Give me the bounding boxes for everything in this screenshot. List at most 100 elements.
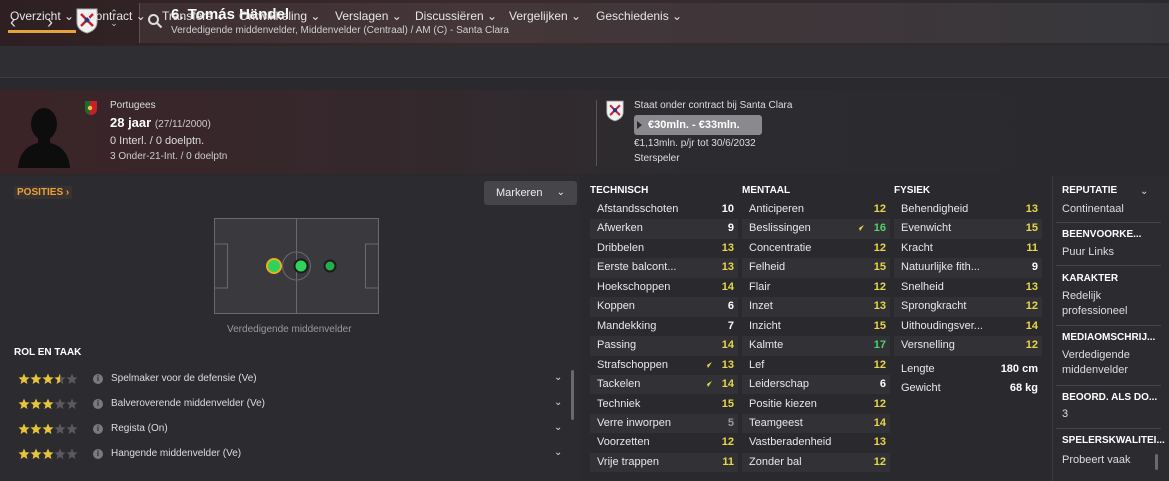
chevron-down-icon[interactable]: ⌄ xyxy=(554,447,562,458)
attribute-name: Vrije trappen xyxy=(597,455,659,468)
info-icon[interactable]: i xyxy=(93,374,103,384)
player-traits-value: Probeert vaak xyxy=(1062,454,1131,466)
attribute-row[interactable]: Beslissingen 16 xyxy=(742,219,890,239)
tab-discussieren[interactable]: Discussiëren ⌄ xyxy=(415,9,497,23)
contract-status: Staat onder contract bij Santa Clara xyxy=(634,100,793,111)
tab-overzicht[interactable]: Overzicht ⌄ xyxy=(7,9,77,33)
attribute-value: 16 xyxy=(873,222,886,235)
attribute-name: Eerste balcont... xyxy=(597,261,677,274)
attribute-value: 15 xyxy=(873,319,886,332)
sidebar-scrollbar[interactable] xyxy=(1155,454,1158,470)
attribute-row[interactable]: Verre inworpen 5 xyxy=(590,413,738,434)
attribute-value: 12 xyxy=(873,241,886,254)
attribute-name: Anticiperen xyxy=(749,203,805,215)
attribute-value: 11 xyxy=(1026,241,1038,254)
attribute-name: Techniek xyxy=(597,397,641,410)
attribute-row[interactable]: Flair 12 xyxy=(742,278,890,297)
role-row[interactable]: i Regista (On) ⌄ xyxy=(18,421,566,439)
star-icon xyxy=(54,423,66,434)
star-icon xyxy=(18,373,30,384)
attribute-row[interactable]: Tackelen 14 xyxy=(590,375,738,395)
attribute-row[interactable]: Dribbelen 13 xyxy=(590,239,738,258)
attribute-row[interactable]: Zonder bal 12 xyxy=(742,452,890,473)
attribute-row[interactable]: Inzicht 15 xyxy=(742,317,890,336)
search-icon[interactable] xyxy=(147,13,163,29)
player-traits-head: SPELERSKWALITEI... xyxy=(1062,435,1165,446)
attribute-row[interactable]: Afstandsschoten 10 xyxy=(590,200,738,219)
attribute-row[interactable]: Behendigheid 13 xyxy=(894,200,1042,219)
attribute-row[interactable]: Kracht 11 xyxy=(894,239,1042,258)
chevron-down-icon[interactable]: ⌄ xyxy=(554,397,562,408)
attribute-row[interactable]: Koppen 6 xyxy=(590,297,738,317)
attribute-row[interactable]: Inzet 13 xyxy=(742,297,890,317)
tab-verslagen[interactable]: Verslagen ⌄ xyxy=(335,9,402,23)
attribute-name: Teamgeest xyxy=(749,416,803,429)
attribute-name: Evenwicht xyxy=(901,222,952,235)
attribute-name: Behendigheid xyxy=(901,203,969,215)
attribute-row[interactable]: Strafschoppen 13 xyxy=(590,356,738,375)
role-label: Regista (On) xyxy=(111,423,168,434)
role-row[interactable]: i Balveroverende middenvelder (Ve) ⌄ xyxy=(18,396,566,414)
attribute-row[interactable]: Techniek 15 xyxy=(590,395,738,414)
tab-geschiedenis[interactable]: Geschiedenis ⌄ xyxy=(596,9,682,23)
attribute-value: 9 xyxy=(727,222,734,235)
attribute-row[interactable]: Afwerken 9 xyxy=(590,219,738,239)
attribute-value: 14 xyxy=(873,416,886,429)
personality-value: Redelijk professioneel xyxy=(1062,290,1128,317)
attribute-row[interactable]: Snelheid 13 xyxy=(894,278,1042,297)
attribute-row[interactable]: Hoekschoppen 14 xyxy=(590,278,738,297)
star-icon xyxy=(18,398,30,409)
preferred-foot-value: Puur Links xyxy=(1062,246,1114,258)
attribute-row[interactable]: Eerste balcont... 13 xyxy=(590,258,738,278)
attribute-row[interactable]: Voorzetten 12 xyxy=(590,433,738,452)
role-row[interactable]: i Hangende middenvelder (Ve) ⌄ xyxy=(18,446,566,464)
role-label: Hangende middenvelder (Ve) xyxy=(111,448,242,459)
attribute-row[interactable]: Evenwicht 15 xyxy=(894,219,1042,239)
info-icon[interactable]: i xyxy=(93,399,103,409)
attribute-row[interactable]: Positie kiezen 12 xyxy=(742,395,890,414)
attribute-value: 13 xyxy=(721,261,734,274)
mental-title: MENTAAL xyxy=(742,185,791,196)
info-icon[interactable]: i xyxy=(93,449,103,459)
chevron-down-icon[interactable]: ⌄ xyxy=(554,422,562,433)
attribute-row[interactable]: Uithoudingsver... 14 xyxy=(894,317,1042,336)
position-dot-mc xyxy=(293,258,309,274)
weight-value: 68 kg xyxy=(1009,382,1038,394)
attribute-row[interactable]: Versnelling 12 xyxy=(894,336,1042,356)
attribute-row[interactable]: Natuurlijke fith... 9 xyxy=(894,258,1042,278)
info-icon[interactable]: i xyxy=(93,424,103,434)
attribute-row[interactable]: Concentratie 12 xyxy=(742,239,890,258)
attribute-row[interactable]: Anticiperen 12 xyxy=(742,200,890,219)
attribute-value: 10 xyxy=(721,203,734,215)
rated-as-value: 3 xyxy=(1062,408,1069,420)
squad-status: Sterspeler xyxy=(634,153,680,164)
transfer-value-badge[interactable]: €30mln. - €33mln. xyxy=(634,115,762,135)
attribute-row[interactable]: Teamgeest 14 xyxy=(742,413,890,434)
attribute-row[interactable]: Kalmte 17 xyxy=(742,336,890,356)
star-icon xyxy=(54,448,66,459)
attribute-row[interactable]: Vrije trappen 11 xyxy=(590,452,738,473)
roles-scrollbar[interactable] xyxy=(571,370,574,420)
role-stars xyxy=(18,423,78,434)
attribute-row[interactable]: Vastberadenheid 13 xyxy=(742,433,890,452)
tab-bar xyxy=(0,46,1169,78)
attribute-row[interactable]: Sprongkracht 12 xyxy=(894,297,1042,317)
chevron-down-icon[interactable]: ⌄ xyxy=(554,372,562,383)
tab-ontwikkeling[interactable]: Ontwikkeling ⌄ xyxy=(239,9,320,23)
role-row[interactable]: i Spelmaker voor de defensie (Ve) ⌄ xyxy=(18,371,566,389)
tab-contract[interactable]: Contract ⌄ xyxy=(87,9,146,23)
attribute-row[interactable]: Mandekking 7 xyxy=(590,317,738,336)
attribute-row[interactable]: Felheid 15 xyxy=(742,258,890,278)
attribute-row[interactable]: Lef 12 xyxy=(742,356,890,375)
star-icon xyxy=(66,398,78,409)
positions-title[interactable]: POSITIES › xyxy=(14,186,73,199)
chevron-down-icon[interactable]: ⌄ xyxy=(1140,186,1148,197)
attribute-row[interactable]: Passing 14 xyxy=(590,336,738,356)
tab-transfers[interactable]: Transfers ⌄ xyxy=(162,9,226,23)
highlight-dropdown[interactable]: Markeren ⌄ xyxy=(484,181,577,205)
attribute-name: Afwerken xyxy=(597,222,643,235)
attribute-value: 13 xyxy=(1025,280,1038,293)
star-icon xyxy=(42,373,54,384)
tab-vergelijken[interactable]: Vergelijken ⌄ xyxy=(509,9,581,23)
attribute-row[interactable]: Leiderschap 6 xyxy=(742,375,890,395)
